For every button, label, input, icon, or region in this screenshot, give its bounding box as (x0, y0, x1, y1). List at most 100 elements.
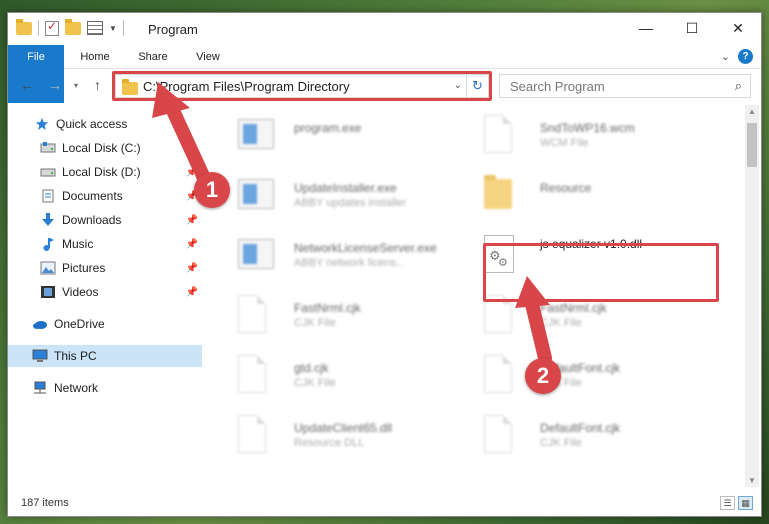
status-bar: 187 items ☰ ▦ (8, 492, 761, 516)
file-item[interactable]: UpdateClient65.dll Resource DLL (228, 407, 468, 465)
file-name: UpdateInstaller.exe (294, 181, 397, 195)
back-button[interactable]: ← (20, 77, 34, 93)
sidebar-item-label: This PC (54, 349, 97, 363)
star-icon (35, 117, 49, 131)
drive-icon (40, 142, 56, 153)
search-icon[interactable]: ⌕ (735, 78, 742, 94)
sidebar-item-label: Downloads (62, 213, 122, 227)
music-icon (43, 238, 54, 251)
properties-check-icon[interactable] (45, 19, 59, 36)
toolbar-divider (122, 20, 124, 36)
title-bar: ▼ Program — ☐ ✕ (8, 13, 761, 45)
pin-icon[interactable]: 📌 (186, 287, 198, 298)
documents-icon (42, 189, 54, 203)
file-type: CJK File (540, 437, 582, 449)
vertical-scrollbar[interactable]: ▲ ▼ (745, 105, 759, 487)
minimize-button[interactable]: — (623, 13, 669, 43)
file-name: Resource (540, 181, 592, 195)
forward-button[interactable]: → (48, 77, 62, 93)
quick-access-toolbar: ▼ (16, 18, 124, 36)
videos-icon (41, 286, 55, 298)
pin-icon[interactable]: 📌 (186, 215, 198, 226)
help-icon[interactable]: ? (738, 49, 753, 64)
sidebar-item-label: Local Disk (C:) (62, 141, 141, 155)
tab-home[interactable]: Home (70, 45, 120, 69)
view-properties-icon[interactable] (87, 21, 103, 35)
sidebar-item-onedrive[interactable]: OneDrive (8, 313, 202, 335)
file-item[interactable]: program.exe (228, 107, 468, 165)
folder-icon (16, 18, 32, 35)
sidebar-item-downloads[interactable]: Downloads 📌 (8, 209, 202, 231)
sidebar-item-label: Documents (62, 189, 123, 203)
file-type: Resource DLL (294, 437, 365, 449)
document-icon (484, 415, 516, 455)
pin-icon[interactable]: 📌 (186, 263, 198, 274)
file-type: ABBY updates installer (294, 197, 407, 209)
folder-icon (484, 175, 516, 215)
sidebar-item-label: Videos (62, 285, 99, 299)
sidebar-item-label: Quick access (56, 117, 128, 131)
recent-locations-dropdown[interactable]: ▾ (74, 81, 78, 90)
app-icon (238, 115, 274, 155)
close-button[interactable]: ✕ (715, 13, 761, 43)
item-count: 187 items (21, 497, 69, 509)
file-explorer-window: ▼ Program — ☐ ✕ File Home Share View ⌄ ?… (7, 12, 762, 517)
sidebar-item-pictures[interactable]: Pictures 📌 (8, 257, 202, 279)
window-title: Program (148, 22, 198, 37)
document-icon (238, 295, 270, 335)
expand-ribbon-chevron-icon[interactable]: ⌄ (721, 50, 730, 63)
pin-icon[interactable]: 📌 (186, 239, 198, 250)
annotation-step-2-badge: 2 (525, 358, 561, 394)
large-icons-view-icon[interactable]: ▦ (738, 496, 753, 510)
sidebar-item-videos[interactable]: Videos 📌 (8, 281, 202, 303)
sidebar-item-network[interactable]: Network (8, 377, 202, 399)
sidebar-item-label: Music (62, 237, 94, 251)
sidebar-item-label: Network (54, 381, 99, 395)
up-button[interactable]: ↑ (94, 77, 101, 93)
tab-view[interactable]: View (186, 45, 230, 69)
document-icon (484, 115, 516, 155)
sidebar-item-music[interactable]: Music 📌 (8, 233, 202, 255)
file-item[interactable]: FastNrml.cjk CJK File (228, 287, 468, 345)
new-folder-icon[interactable] (65, 18, 81, 35)
window-controls: — ☐ ✕ (623, 13, 761, 43)
drive-icon (40, 168, 56, 177)
file-item[interactable]: DefaultFont.cjk CJK File (474, 407, 714, 465)
toolbar-divider (38, 20, 39, 36)
navigation-bar: ← → ▾ ↑ C:\Program Files\Program Directo… (8, 71, 761, 101)
tab-share[interactable]: Share (128, 45, 178, 69)
sidebar-item-this-pc[interactable]: This PC (8, 345, 202, 367)
file-type: ABBY network licens... (294, 257, 406, 269)
sidebar-item-local-disk-c[interactable]: Local Disk (C:) (8, 137, 202, 159)
download-icon (42, 213, 54, 226)
file-item[interactable]: gtd.cjk CJK File (228, 347, 468, 405)
sidebar-item-local-disk-d[interactable]: Local Disk (D:) 📌 (8, 161, 202, 183)
sidebar-item-quick-access[interactable]: Quick access (8, 113, 202, 135)
pictures-icon (40, 261, 56, 275)
scroll-up-arrow-icon[interactable]: ▲ (748, 107, 756, 116)
sidebar-item-documents[interactable]: Documents 📌 (8, 185, 202, 207)
file-item[interactable]: UpdateInstaller.exe ABBY updates install… (228, 167, 468, 225)
search-box[interactable]: Search Program ⌕ (499, 74, 751, 98)
pin-icon[interactable]: 📌 (186, 167, 198, 178)
view-mode-buttons: ☰ ▦ (720, 496, 753, 510)
file-name: SndToWP16.wcm (540, 121, 635, 135)
file-item[interactable]: SndToWP16.wcm WCM File (474, 107, 714, 165)
file-item[interactable]: NetworkLicenseServer.exe ABBY network li… (228, 227, 468, 285)
computer-icon (32, 349, 48, 362)
sidebar-item-label: OneDrive (54, 317, 105, 331)
annotation-highlight-address (112, 71, 492, 101)
ribbon-right-controls: ⌄ ? (721, 49, 753, 64)
file-name: FastNrml.cjk (294, 301, 361, 315)
file-item[interactable]: Resource (474, 167, 714, 225)
file-item[interactable]: DefaultFont.cjk CJK File (474, 347, 714, 405)
scrollbar-thumb[interactable] (747, 123, 757, 167)
app-icon (238, 175, 274, 215)
customize-toolbar-dropdown-icon[interactable]: ▼ (109, 24, 117, 33)
details-view-icon[interactable]: ☰ (720, 496, 735, 510)
file-name: DefaultFont.cjk (540, 421, 621, 435)
scroll-down-arrow-icon[interactable]: ▼ (748, 476, 756, 485)
maximize-button[interactable]: ☐ (669, 13, 715, 43)
annotation-highlight-dll-file (483, 243, 719, 302)
document-icon (238, 355, 270, 395)
